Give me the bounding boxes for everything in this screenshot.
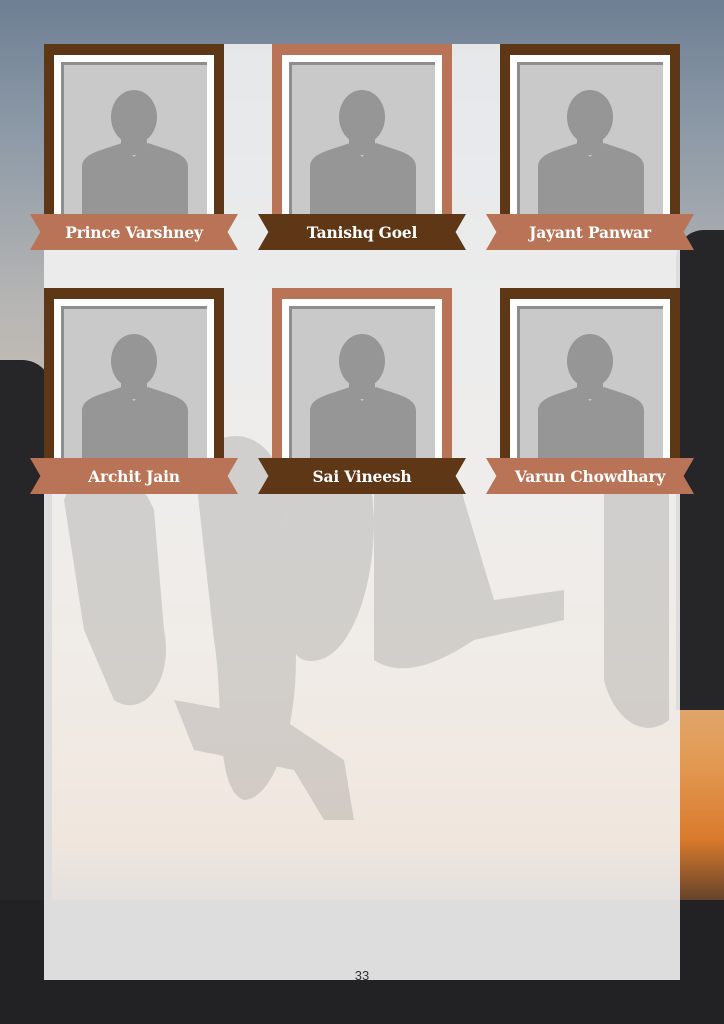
person-name: Archit Jain	[88, 466, 180, 486]
profile-card: Prince Varshney	[30, 44, 238, 250]
person-name: Tanishq Goel	[306, 222, 418, 242]
name-ribbon: Jayant Panwar	[486, 214, 694, 250]
profile-card: Varun Chowdhary	[486, 288, 694, 494]
name-ribbon: Prince Varshney	[30, 214, 238, 250]
person-name: Varun Chowdhary	[514, 466, 666, 486]
person-placeholder-icon	[517, 62, 663, 223]
person-placeholder-icon	[289, 62, 435, 223]
person-name: Sai Vineesh	[312, 466, 412, 486]
person-placeholder-icon	[61, 62, 207, 223]
profile-card: Tanishq Goel	[258, 44, 466, 250]
name-ribbon: Sai Vineesh	[258, 458, 466, 494]
profile-card: Jayant Panwar	[486, 44, 694, 250]
name-ribbon: Archit Jain	[30, 458, 238, 494]
name-ribbon: Tanishq Goel	[258, 214, 466, 250]
profile-card: Archit Jain	[30, 288, 238, 494]
name-ribbon: Varun Chowdhary	[486, 458, 694, 494]
person-placeholder-icon	[289, 306, 435, 467]
profile-card: Sai Vineesh	[258, 288, 466, 494]
person-name: Prince Varshney	[65, 222, 203, 242]
person-name: Jayant Panwar	[529, 222, 651, 242]
person-placeholder-icon	[61, 306, 207, 467]
person-placeholder-icon	[517, 306, 663, 467]
page-number: 33	[354, 968, 370, 983]
